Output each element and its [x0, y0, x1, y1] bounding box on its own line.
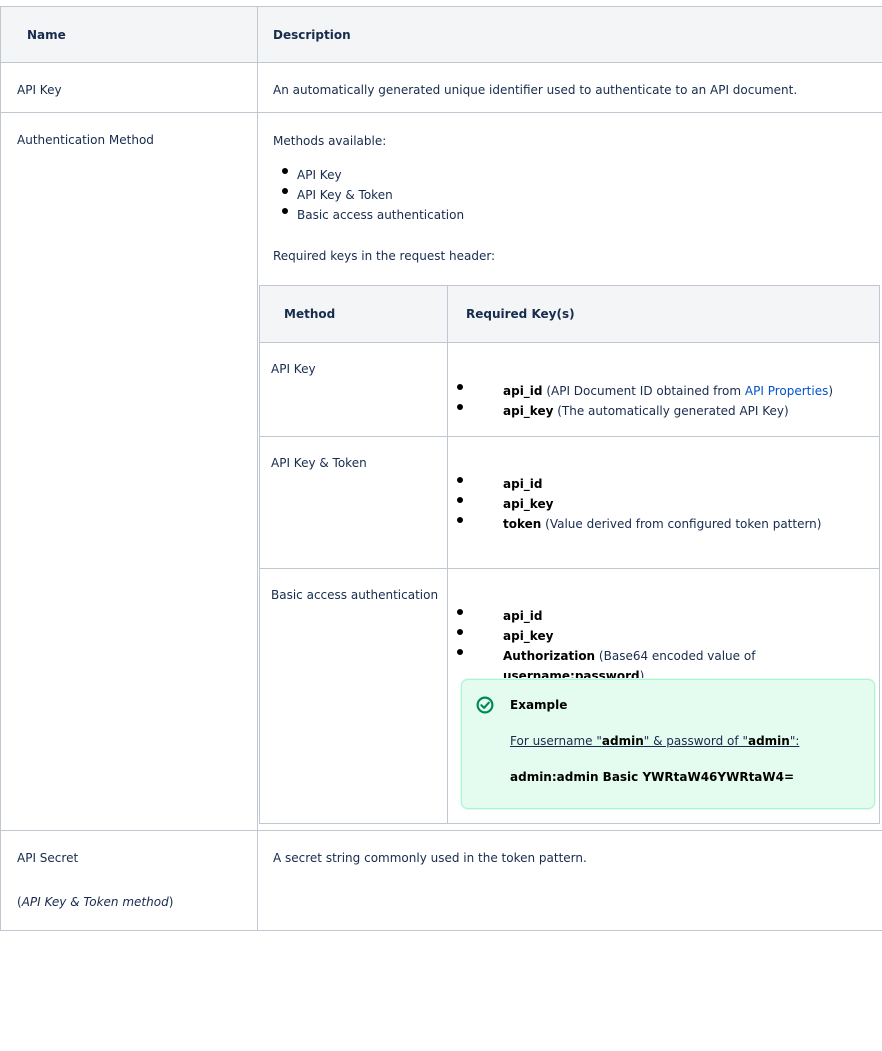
keys-header: Required Key(s)	[447, 285, 880, 343]
method-cell: Basic access authentication	[259, 568, 448, 824]
panel-title: Example	[510, 698, 568, 712]
row-description: A secret string commonly used in the tok…	[257, 830, 882, 931]
method-header: Method	[259, 285, 448, 343]
table-row: Authentication Method Methods available:…	[0, 112, 882, 831]
required-keys-table: Method Required Key(s) API Key api_id (A…	[259, 285, 880, 824]
list-item: api_id (API Document ID obtained from AP…	[448, 381, 879, 401]
row-name: Authentication Method	[0, 112, 258, 831]
row-name: API Key	[0, 62, 258, 113]
row-description: An automatically generated unique identi…	[257, 62, 882, 113]
list-item: api_key	[448, 626, 879, 646]
row-description: Methods available: API Key API Key & Tok…	[257, 112, 882, 831]
panel-line: For username "admin" & password of "admi…	[510, 734, 800, 748]
list-item: api_id	[448, 606, 879, 626]
properties-table: Name Description API Key An automaticall…	[0, 6, 882, 931]
example-panel: Example For username "admin" & password …	[461, 679, 875, 809]
list-item: api_key (The automatically generated API…	[448, 401, 879, 421]
method-cell: API Key	[259, 342, 448, 437]
keys-cell: api_id api_key Authorization (Base64 enc…	[447, 568, 880, 824]
list-item: api_id	[448, 474, 879, 494]
name-header: Name	[0, 6, 258, 63]
table-row: API Key api_id (API Document ID obtained…	[259, 342, 880, 437]
secret-note: (API Key & Token method)	[17, 895, 174, 909]
check-circle-icon	[476, 696, 494, 714]
description-header: Description	[257, 6, 882, 63]
list-item: Basic access authentication	[273, 205, 882, 225]
keys-cell: api_id api_key token (Value derived from…	[447, 436, 880, 569]
list-item: Authorization (Base64 encoded value of u…	[448, 646, 879, 683]
api-properties-link[interactable]: API Properties	[745, 384, 828, 398]
list-item: API Key	[273, 165, 882, 185]
method-cell: API Key & Token	[259, 436, 448, 569]
table-row: API Key An automatically generated uniqu…	[0, 62, 882, 113]
table-row: Basic access authentication api_id api_k…	[259, 568, 880, 824]
methods-list: API Key API Key & Token Basic access aut…	[273, 165, 882, 225]
header-row: Name Description	[0, 6, 882, 63]
list-item: api_key	[448, 494, 879, 514]
row-name: API Secret (API Key & Token method)	[0, 830, 258, 931]
list-item: API Key & Token	[273, 185, 882, 205]
methods-intro: Methods available:	[273, 134, 387, 148]
panel-code: admin:admin Basic YWRtaW46YWRtaW4=	[510, 770, 795, 784]
table-row: API Key & Token api_id api_key token (Va…	[259, 436, 880, 569]
list-item: token (Value derived from configured tok…	[448, 514, 879, 534]
keys-cell: api_id (API Document ID obtained from AP…	[447, 342, 880, 437]
table-row: API Secret (API Key & Token method) A se…	[0, 830, 882, 931]
inner-header-row: Method Required Key(s)	[259, 285, 880, 343]
required-intro: Required keys in the request header:	[273, 249, 496, 263]
